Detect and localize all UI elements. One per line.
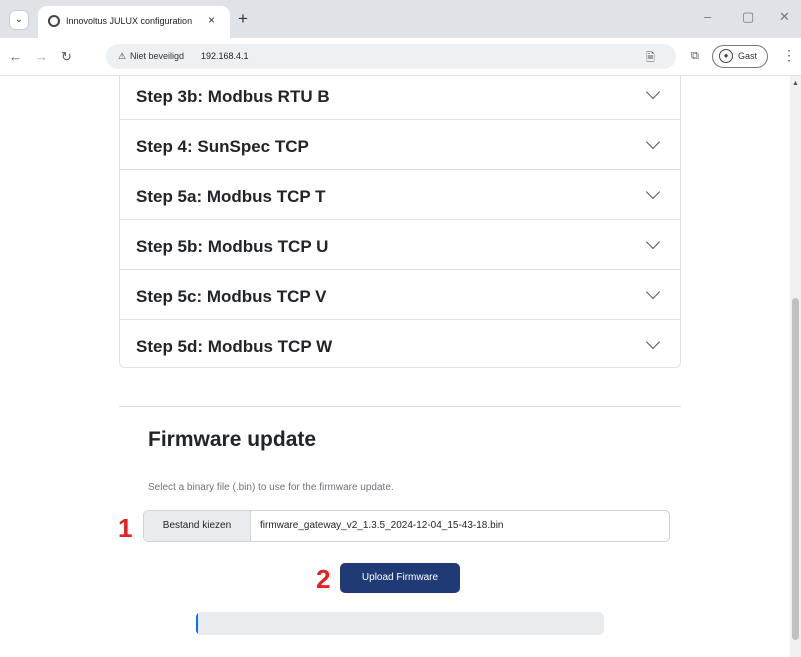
firmware-file-input[interactable]: Bestand kiezen firmware_gateway_v2_1.3.5… [143,510,670,542]
chevron-down-icon [645,234,661,250]
accordion-item-label: Step 5d: Modbus TCP W [136,337,333,356]
accordion-item-step-4[interactable]: Step 4: SunSpec TCP [120,120,680,170]
upload-firmware-button[interactable]: Upload Firmware [340,563,460,593]
section-divider [119,406,681,407]
firmware-update-description: Select a binary file (.bin) to use for t… [148,482,394,493]
selected-file-name: firmware_gateway_v2_1.3.5_2024-12-04_15-… [260,520,504,531]
chevron-down-icon [645,284,661,300]
choose-file-button[interactable]: Bestand kiezen [144,511,251,541]
firmware-update-title: Firmware update [148,428,317,451]
back-icon[interactable]: ← [9,49,22,64]
browser-toolbar: ← → ↻ ⚠ Niet beveiligd 192.168.4.1 🗎 ⧉ ●… [0,38,801,76]
globe-icon [48,15,60,27]
config-steps-accordion: Step 3b: Modbus RTU B Step 4: SunSpec TC… [119,76,681,368]
chevron-down-icon [645,184,661,200]
annotation-number-1: 1 [118,513,133,543]
page-content: Step 3b: Modbus RTU B Step 4: SunSpec TC… [0,76,790,657]
warning-icon[interactable]: ⚠ [118,51,126,62]
reload-icon[interactable]: ↻ [61,49,72,65]
accordion-item-step-5b[interactable]: Step 5b: Modbus TCP U [120,220,680,270]
accordion-item-label: Step 5a: Modbus TCP T [136,187,326,206]
upload-progress-bar [196,612,604,635]
accordion-item-label: Step 4: SunSpec TCP [136,137,309,156]
close-window-icon[interactable]: ✕ [779,9,790,25]
forward-icon[interactable]: → [35,49,48,64]
chevron-down-icon [645,134,661,150]
maximize-icon[interactable]: ▢ [742,9,754,25]
guest-icon: ● [719,49,733,63]
extensions-icon[interactable]: ⧉ [691,50,699,63]
scrollbar-thumb[interactable] [792,298,799,640]
tab-close-icon[interactable]: × [208,13,215,27]
accordion-item-label: Step 3b: Modbus RTU B [136,87,330,106]
translate-icon[interactable]: 🗎 [646,49,655,68]
accordion-item-step-3b[interactable]: Step 3b: Modbus RTU B [120,76,680,120]
upload-progress-fill [196,612,198,635]
scroll-up-arrow-icon[interactable]: ▲ [792,80,799,87]
chevron-down-icon [645,84,661,100]
tab-search-chevron-down-icon[interactable]: ⌄ [9,10,29,30]
browser-tab[interactable]: Innovoltus JULUX configuration × [38,6,230,38]
tab-title: Innovoltus JULUX configuration [66,16,193,26]
accordion-item-label: Step 5c: Modbus TCP V [136,287,327,306]
accordion-item-step-5c[interactable]: Step 5c: Modbus TCP V [120,270,680,320]
accordion-item-step-5a[interactable]: Step 5a: Modbus TCP T [120,170,680,220]
browser-tab-strip: ⌄ Innovoltus JULUX configuration × + – ▢… [0,0,801,38]
guest-profile-button[interactable]: ● Gast [712,45,768,68]
annotation-number-2: 2 [316,564,331,594]
page-scrollbar[interactable]: ▲ [790,76,801,657]
minimize-icon[interactable]: – [704,9,711,24]
profile-label: Gast [738,51,758,61]
security-status-label[interactable]: Niet beveiligd [130,51,184,61]
chevron-down-icon [645,334,661,350]
address-bar[interactable]: ⚠ Niet beveiligd 192.168.4.1 🗎 [106,44,676,69]
menu-icon[interactable]: ⋮ [782,47,796,64]
new-tab-plus-icon[interactable]: + [238,10,248,28]
url-text[interactable]: 192.168.4.1 [201,51,249,61]
accordion-item-label: Step 5b: Modbus TCP U [136,237,329,256]
accordion-item-step-5d[interactable]: Step 5d: Modbus TCP W [120,320,680,370]
